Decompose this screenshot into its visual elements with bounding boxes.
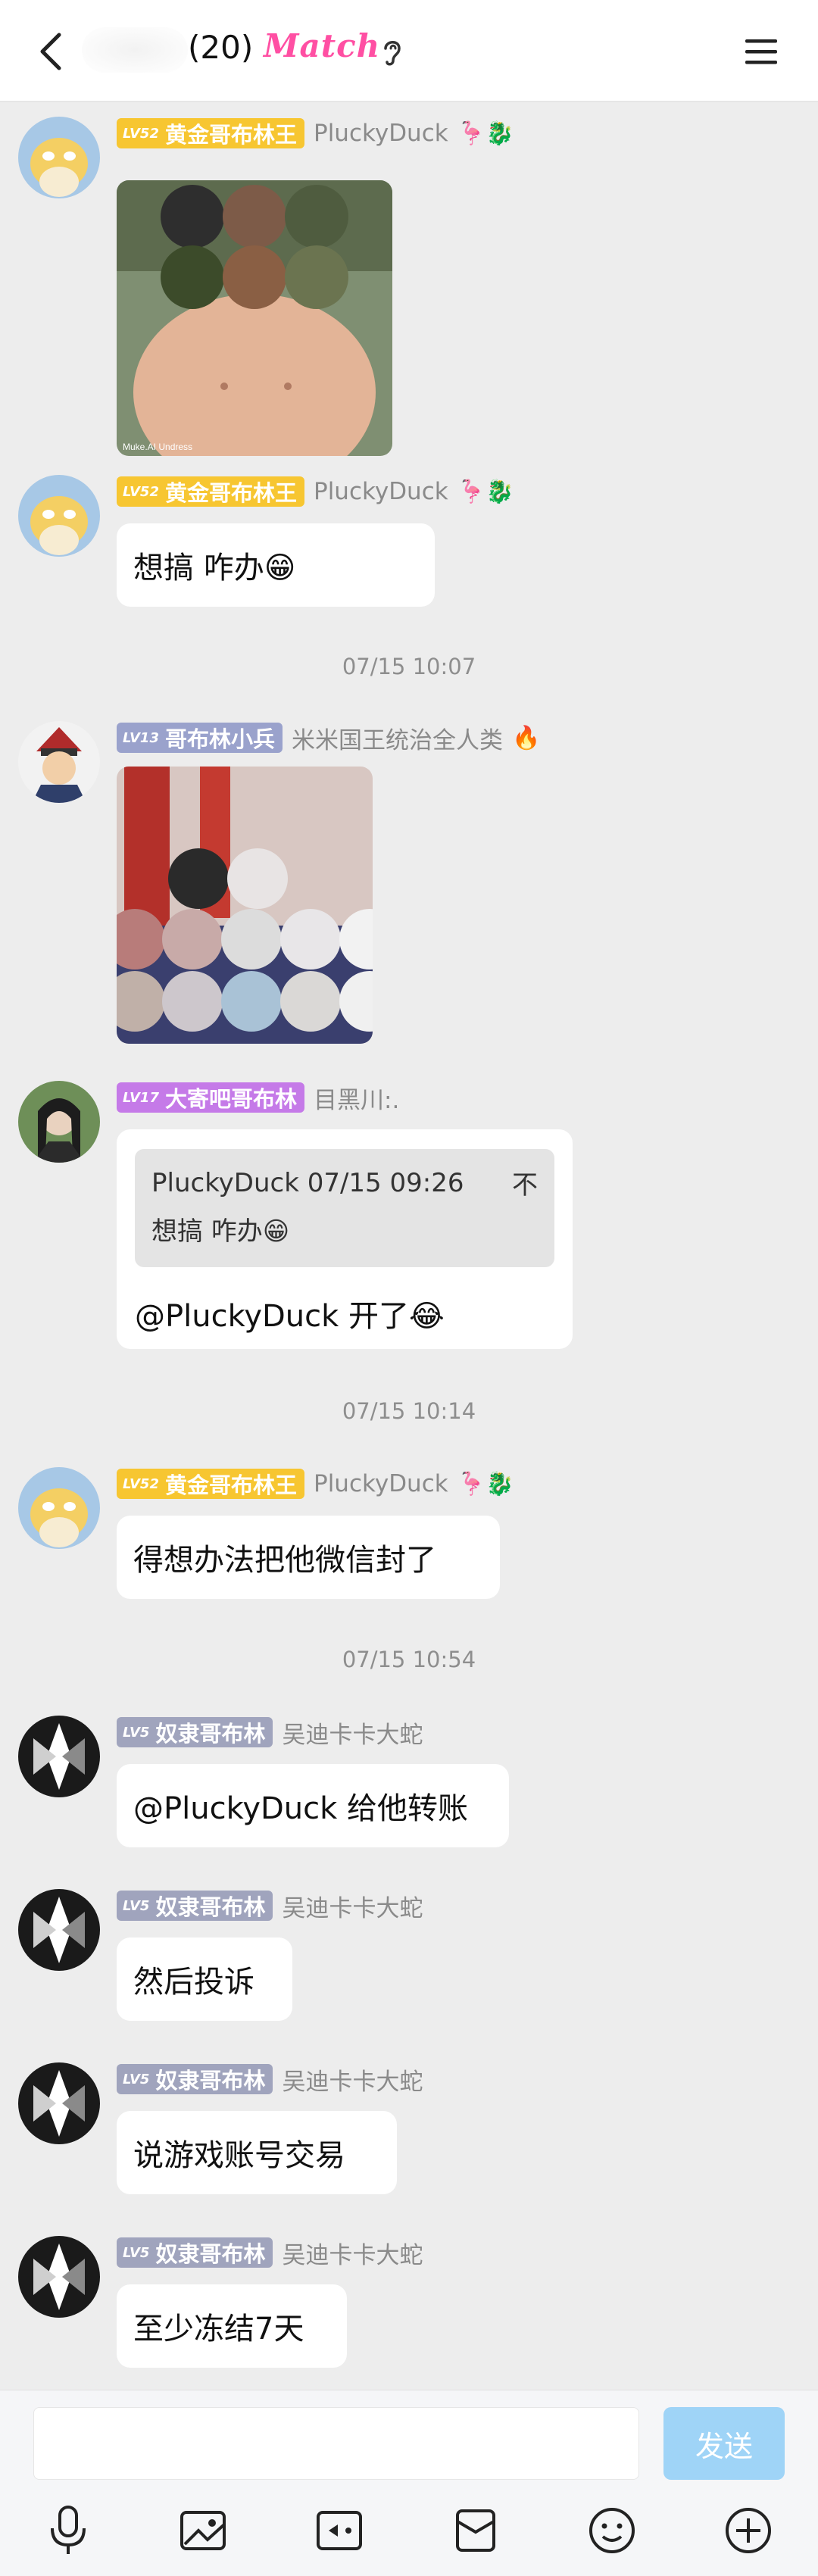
image-message[interactable] — [117, 767, 373, 1044]
avatar[interactable] — [18, 721, 100, 803]
avatar[interactable] — [18, 475, 100, 557]
medal-icons: 🦩🐉 — [457, 478, 514, 505]
quote-header: PluckyDuck 07/15 09:26 — [151, 1167, 464, 1198]
sender-meta: LV52 黄金哥布林王 PluckyDuck 🦩🐉 — [117, 475, 514, 508]
sender-meta: LV17 大寄吧哥布林 目黑川:. — [117, 1081, 399, 1114]
sender-nickname[interactable]: 吴迪卡卡大蛇 — [282, 2062, 423, 2097]
composer-bar: 发送 — [0, 2390, 818, 2576]
group-name-blurred — [82, 27, 188, 73]
level-badge: LV13 哥布林小兵 — [117, 723, 283, 753]
sender-nickname[interactable]: 米米国王统治全人类 — [292, 721, 503, 755]
avatar[interactable] — [18, 1889, 100, 1971]
level-badge: LV5 奴隶哥布林 — [117, 1717, 273, 1747]
gift-box-icon[interactable] — [445, 2496, 506, 2565]
chevron-left-icon — [40, 33, 61, 70]
quote-close-icon: 不 — [512, 1170, 538, 1201]
avatar[interactable] — [18, 1081, 100, 1163]
image-icon[interactable] — [173, 2496, 233, 2565]
message-item: LV5 奴隶哥布林 吴迪卡卡大蛇 至少冻结7天 — [0, 2236, 818, 2380]
level-badge: LV52 黄金哥布林王 — [117, 1469, 304, 1499]
medal-icons: 🦩🐉 — [457, 120, 514, 147]
member-count: (20) — [188, 29, 254, 66]
microphone-icon[interactable] — [38, 2496, 98, 2565]
avatar[interactable] — [18, 2236, 100, 2318]
sender-nickname[interactable]: 吴迪卡卡大蛇 — [282, 2236, 423, 2270]
sender-nickname[interactable]: 目黑川:. — [314, 1081, 399, 1115]
text-bubble[interactable]: 然后投诉 — [117, 1937, 292, 2021]
sender-nickname[interactable]: 吴迪卡卡大蛇 — [282, 1889, 423, 1923]
text-bubble[interactable]: 想搞 咋办😁 — [117, 523, 435, 607]
sender-meta: LV13 哥布林小兵 米米国王统治全人类 🔥 — [117, 721, 540, 754]
quoted-message[interactable]: PluckyDuck 07/15 09:26 不 想搞 咋办😁 — [135, 1149, 554, 1267]
message-item: LV13 哥布林小兵 米米国王统治全人类 🔥 — [0, 721, 818, 1044]
level-badge: LV17 大寄吧哥布林 — [117, 1082, 304, 1113]
sender-nickname[interactable]: 吴迪卡卡大蛇 — [282, 1716, 423, 1750]
level-badge: LV5 奴隶哥布林 — [117, 1891, 273, 1921]
level-badge: LV5 奴隶哥布林 — [117, 2064, 273, 2094]
composer-toolbar — [0, 2496, 818, 2572]
message-item: LV52 黄金哥布林王 PluckyDuck 🦩🐉 Muke.AI Undress — [0, 117, 818, 456]
level-badge: LV5 奴隶哥布林 — [117, 2237, 273, 2268]
sender-nickname[interactable]: PluckyDuck — [314, 1470, 448, 1497]
image-watermark: Muke.AI Undress — [123, 442, 192, 452]
sender-meta: LV52 黄金哥布林王 PluckyDuck 🦩🐉 — [117, 1467, 514, 1500]
image-message[interactable]: Muke.AI Undress — [117, 180, 392, 456]
text-bubble[interactable]: 至少冻结7天 — [117, 2284, 347, 2368]
timestamp: 07/15 10:07 — [342, 654, 476, 679]
text-bubble[interactable]: @PluckyDuck 给他转账 — [117, 1764, 509, 1847]
message-input[interactable] — [33, 2407, 639, 2480]
ear-icon[interactable] — [376, 33, 409, 70]
sender-nickname[interactable]: PluckyDuck — [314, 120, 448, 147]
text-bubble[interactable]: 得想办法把他微信封了 — [117, 1516, 500, 1599]
sender-meta: LV5 奴隶哥布林 吴迪卡卡大蛇 — [117, 1716, 423, 1749]
text-bubble[interactable]: 说游戏账号交易 — [117, 2111, 397, 2194]
timestamp: 07/15 10:14 — [342, 1398, 476, 1424]
sender-meta: LV5 奴隶哥布林 吴迪卡卡大蛇 — [117, 2062, 423, 2096]
match-badge[interactable]: Match — [264, 27, 380, 64]
message-item: LV52 黄金哥布林王 PluckyDuck 🦩🐉 得想办法把他微信封了 — [0, 1467, 818, 1611]
quote-reply-bubble[interactable]: PluckyDuck 07/15 09:26 不 想搞 咋办😁 @PluckyD… — [117, 1129, 573, 1349]
timestamp: 07/15 10:54 — [342, 1647, 476, 1672]
chat-header: (20) Match — [0, 0, 818, 102]
message-item: LV17 大寄吧哥布林 目黑川:. PluckyDuck 07/15 09:26 … — [0, 1081, 818, 1369]
emoji-icon[interactable] — [582, 2496, 642, 2565]
sender-nickname[interactable]: PluckyDuck — [314, 478, 448, 505]
chat-list[interactable]: LV52 黄金哥布林王 PluckyDuck 🦩🐉 Muke.AI Undress — [0, 104, 818, 2390]
plus-icon[interactable] — [718, 2496, 779, 2565]
message-item: LV52 黄金哥布林王 PluckyDuck 🦩🐉 想搞 咋办😁 — [0, 475, 818, 619]
medal-icons: 🦩🐉 — [457, 1470, 514, 1497]
hamburger-icon — [745, 39, 777, 64]
video-icon[interactable] — [309, 2496, 370, 2565]
avatar[interactable] — [18, 117, 100, 198]
fire-icon: 🔥 — [512, 724, 541, 751]
sender-meta: LV5 奴隶哥布林 吴迪卡卡大蛇 — [117, 1889, 423, 1922]
level-badge: LV52 黄金哥布林王 — [117, 476, 304, 507]
avatar[interactable] — [18, 1467, 100, 1549]
message-item: LV5 奴隶哥布林 吴迪卡卡大蛇 @PluckyDuck 给他转账 — [0, 1716, 818, 1859]
message-item: LV5 奴隶哥布林 吴迪卡卡大蛇 说游戏账号交易 — [0, 2062, 818, 2206]
level-badge: LV52 黄金哥布林王 — [117, 118, 304, 148]
avatar[interactable] — [18, 1716, 100, 1797]
quote-text: 想搞 咋办😁 — [151, 1216, 290, 1247]
back-button[interactable] — [29, 30, 71, 73]
avatar[interactable] — [18, 2062, 100, 2144]
menu-button[interactable] — [738, 30, 784, 73]
sender-meta: LV5 奴隶哥布林 吴迪卡卡大蛇 — [117, 2236, 423, 2269]
message-item: LV5 奴隶哥布林 吴迪卡卡大蛇 然后投诉 — [0, 1889, 818, 2033]
send-button[interactable]: 发送 — [663, 2407, 785, 2480]
reply-text: @PluckyDuck 开了😂 — [135, 1299, 445, 1334]
sender-meta: LV52 黄金哥布林王 PluckyDuck 🦩🐉 — [117, 117, 514, 150]
